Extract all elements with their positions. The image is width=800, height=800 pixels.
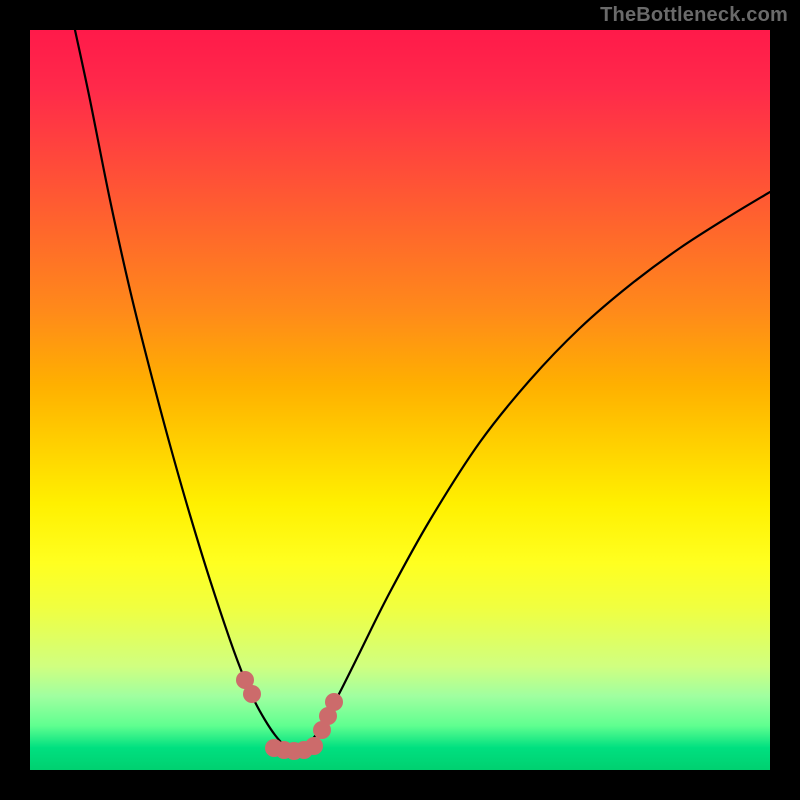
watermark-text: TheBottleneck.com [600,4,788,27]
highlight-dot [305,737,323,755]
highlight-dots-group [236,671,343,760]
highlight-dot [243,685,261,703]
highlight-dot [325,693,343,711]
plot-area [30,30,770,770]
chart-svg [30,30,770,770]
bottleneck-curve [75,30,770,752]
chart-frame: TheBottleneck.com [0,0,800,800]
